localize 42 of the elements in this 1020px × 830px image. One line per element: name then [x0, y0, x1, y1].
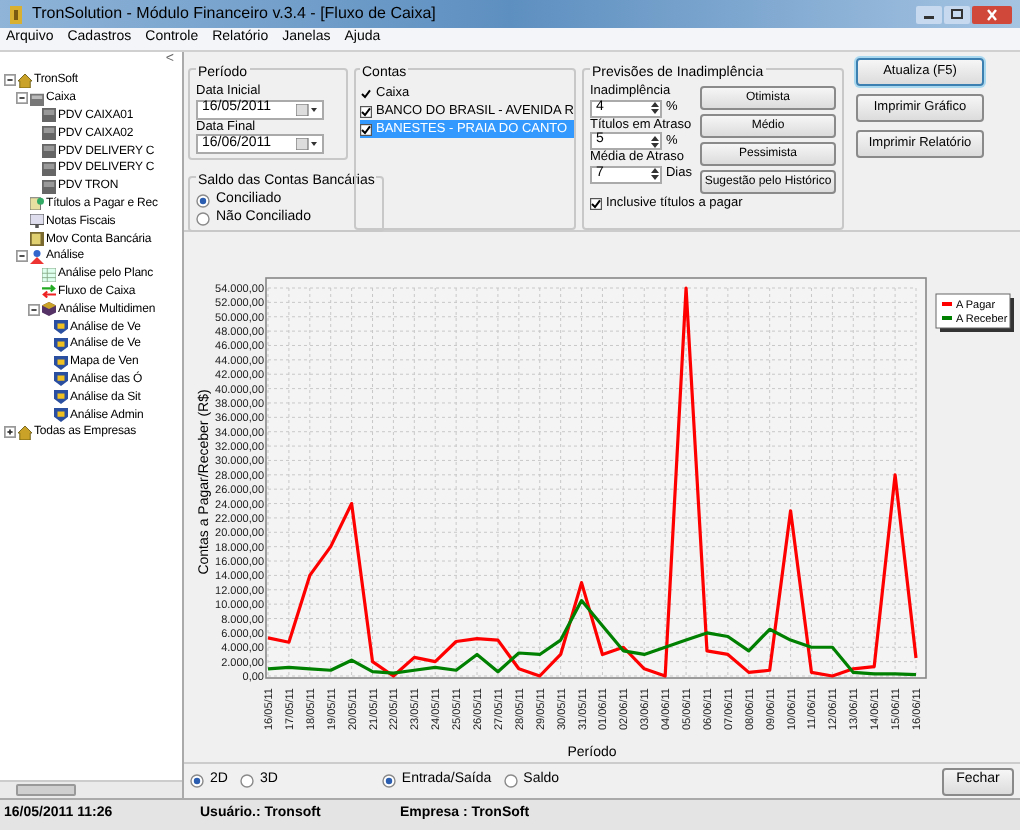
radio-button[interactable]: [503, 773, 518, 788]
app-icon: [8, 5, 24, 23]
close-icon[interactable]: [972, 5, 1012, 23]
spinner-arrows-icon[interactable]: [649, 100, 660, 116]
chart-legend: [935, 293, 1014, 332]
house-icon: [18, 425, 32, 440]
window-title: TronSolution - Módulo Financeiro v.3.4 - [Fluxo de Caixa]: [32, 4, 436, 24]
cash-register-icon: [30, 91, 44, 106]
documents-icon: [30, 196, 44, 211]
radio-button[interactable]: [190, 773, 204, 788]
collapse-icon[interactable]: [16, 250, 28, 263]
collapse-icon[interactable]: [28, 303, 40, 316]
report-icon: [54, 408, 68, 423]
terminal-icon: [42, 126, 56, 141]
collapse-icon[interactable]: [16, 92, 28, 105]
collapse-icon[interactable]: [4, 74, 16, 87]
minimize-icon[interactable]: [916, 5, 942, 23]
chart-person-icon: [30, 249, 44, 264]
terminal-icon: [42, 108, 56, 123]
cube-icon: [42, 302, 56, 317]
horizontal-scrollbar[interactable]: [0, 780, 182, 798]
expand-icon[interactable]: [4, 426, 16, 439]
check-icon[interactable]: [360, 87, 372, 99]
maximize-icon[interactable]: [944, 5, 970, 23]
house-icon: [18, 73, 32, 88]
checkbox[interactable]: [360, 105, 372, 117]
report-icon: [54, 390, 68, 405]
terminal-icon: [42, 179, 56, 194]
radio-button[interactable]: [381, 773, 396, 788]
spreadsheet-icon: [42, 267, 56, 282]
monitor-icon: [30, 214, 44, 229]
radio-button[interactable]: [239, 773, 254, 788]
spinner-arrows-icon[interactable]: [649, 133, 660, 149]
spinner-arrows-icon[interactable]: [649, 166, 660, 182]
arrows-icon: [42, 284, 56, 299]
checkbox[interactable]: [360, 123, 372, 135]
calendar-dropdown-icon[interactable]: [296, 103, 318, 115]
radio-button[interactable]: [196, 211, 210, 226]
ledger-icon: [30, 232, 44, 247]
radio-button[interactable]: [196, 193, 210, 208]
calendar-dropdown-icon[interactable]: [296, 138, 318, 150]
checkbox[interactable]: [589, 197, 602, 210]
